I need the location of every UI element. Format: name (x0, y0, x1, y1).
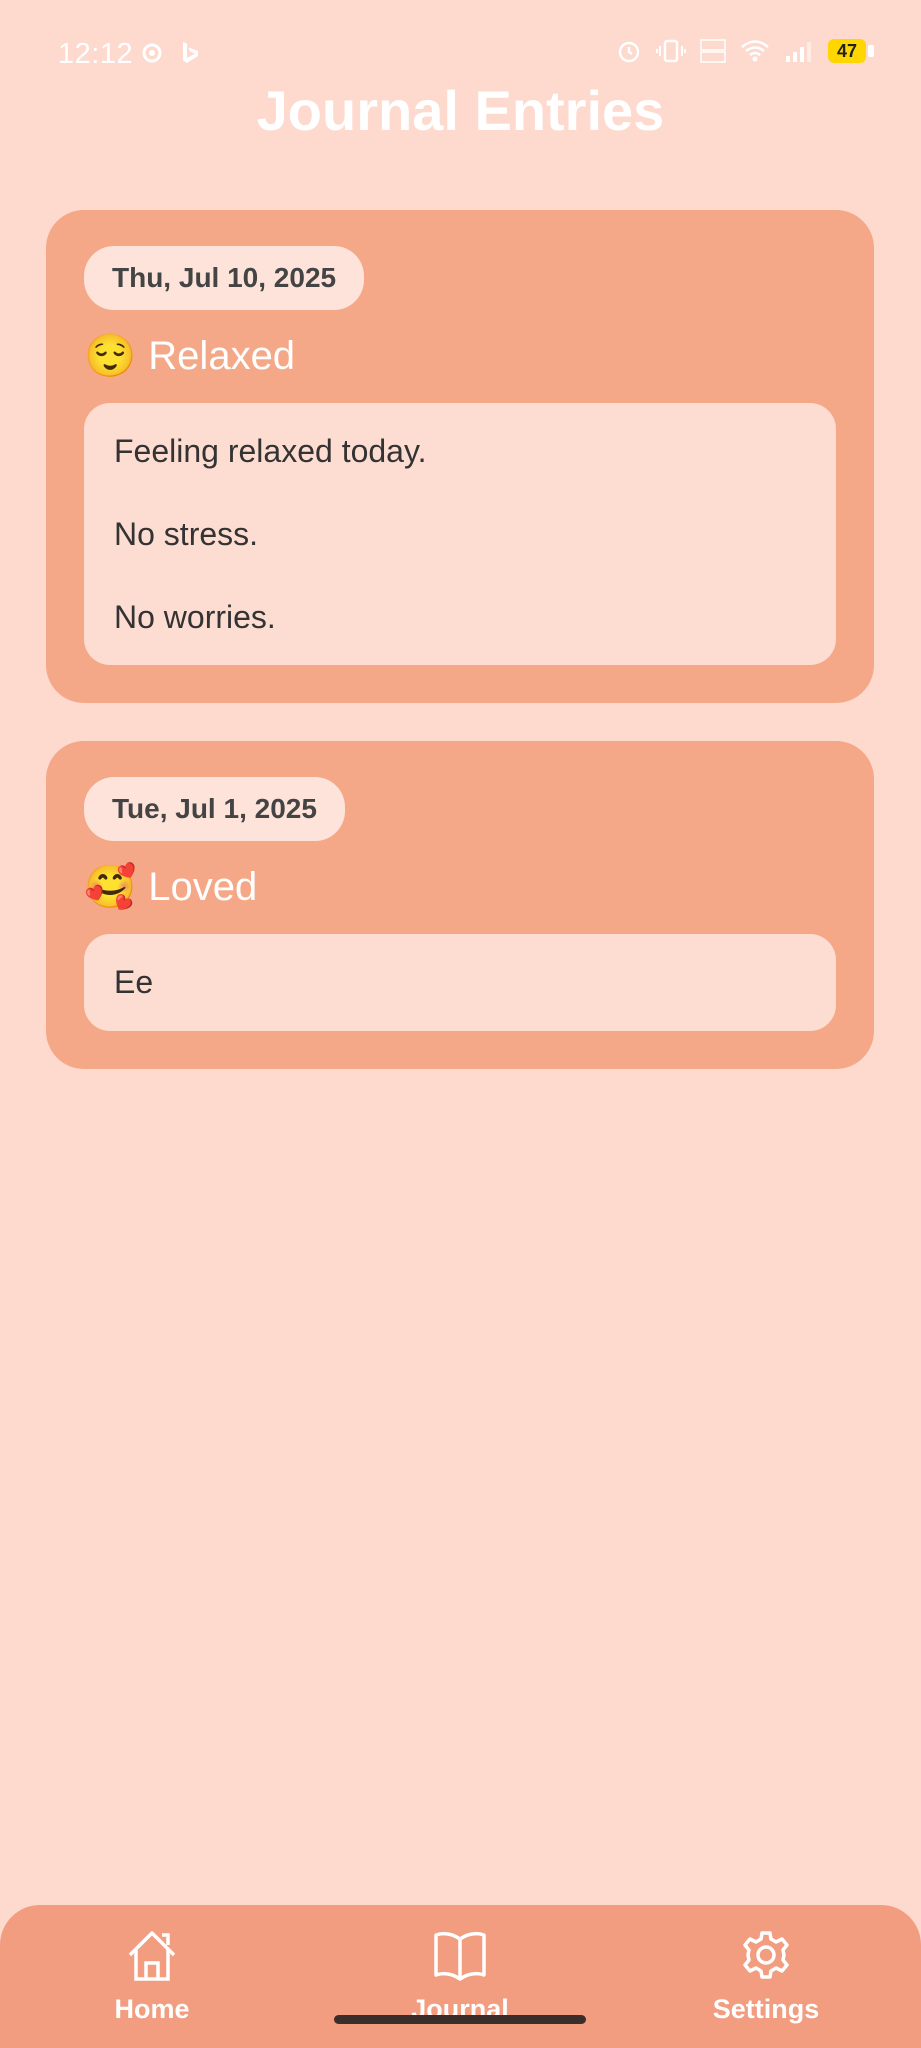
entry-note-line: Ee (114, 964, 154, 1001)
volte-icon (700, 39, 726, 63)
journal-entry-card[interactable]: Tue, Jul 1, 2025 🥰 Loved Ee (46, 741, 874, 1070)
nav-item-settings[interactable]: Settings (666, 1927, 866, 2025)
nav-label-home: Home (114, 1994, 190, 2024)
page-title: Journal Entries (256, 79, 665, 142)
journal-entry-card[interactable]: Thu, Jul 10, 2025 😌 Relaxed Feeling rela… (46, 210, 874, 704)
entry-note-line: No stress. (114, 515, 259, 552)
relieved-face-icon: 😌 (84, 332, 137, 379)
entry-mood-label: Loved (148, 865, 258, 910)
bing-icon (183, 42, 198, 63)
entry-date: Thu, Jul 10, 2025 (84, 246, 365, 310)
gesture-home-bar[interactable] (334, 2015, 586, 2024)
smiling-face-hearts-icon: 🥰 (84, 863, 137, 911)
status-time: 12:12 (58, 38, 134, 70)
entry-note-line: Feeling relaxed today. (114, 433, 427, 469)
entry-note-line: No worries. (114, 598, 276, 635)
entry-note: Feeling relaxed today. No stress. No wor… (84, 403, 836, 666)
status-notification-icons (140, 40, 202, 66)
nav-item-journal[interactable]: Journal (360, 1927, 560, 2025)
entry-note: Ee (84, 934, 836, 1032)
home-icon (128, 1931, 176, 1981)
journal-entry-list: Thu, Jul 10, 2025 😌 Relaxed Feeling rela… (46, 210, 874, 1107)
nav-label-settings: Settings (712, 1994, 820, 2024)
battery-icon: 47 (828, 39, 874, 63)
signal-icon (786, 42, 811, 62)
vibrate-icon (656, 39, 686, 63)
entry-mood: 🥰 Loved (84, 863, 836, 912)
entry-mood: 😌 Relaxed (84, 332, 836, 381)
entry-date: Tue, Jul 1, 2025 (84, 777, 345, 842)
wifi-icon (741, 40, 769, 62)
entry-mood-label: Relaxed (148, 334, 296, 378)
gear-icon (743, 1931, 789, 1979)
alarm-icon (618, 41, 640, 63)
bottom-nav: Home Journal Settings (0, 1905, 921, 2048)
book-icon (434, 1931, 486, 1981)
status-system-icons: 47 (616, 38, 874, 64)
sync-icon (142, 43, 162, 63)
nav-item-home[interactable]: Home (52, 1927, 252, 2025)
